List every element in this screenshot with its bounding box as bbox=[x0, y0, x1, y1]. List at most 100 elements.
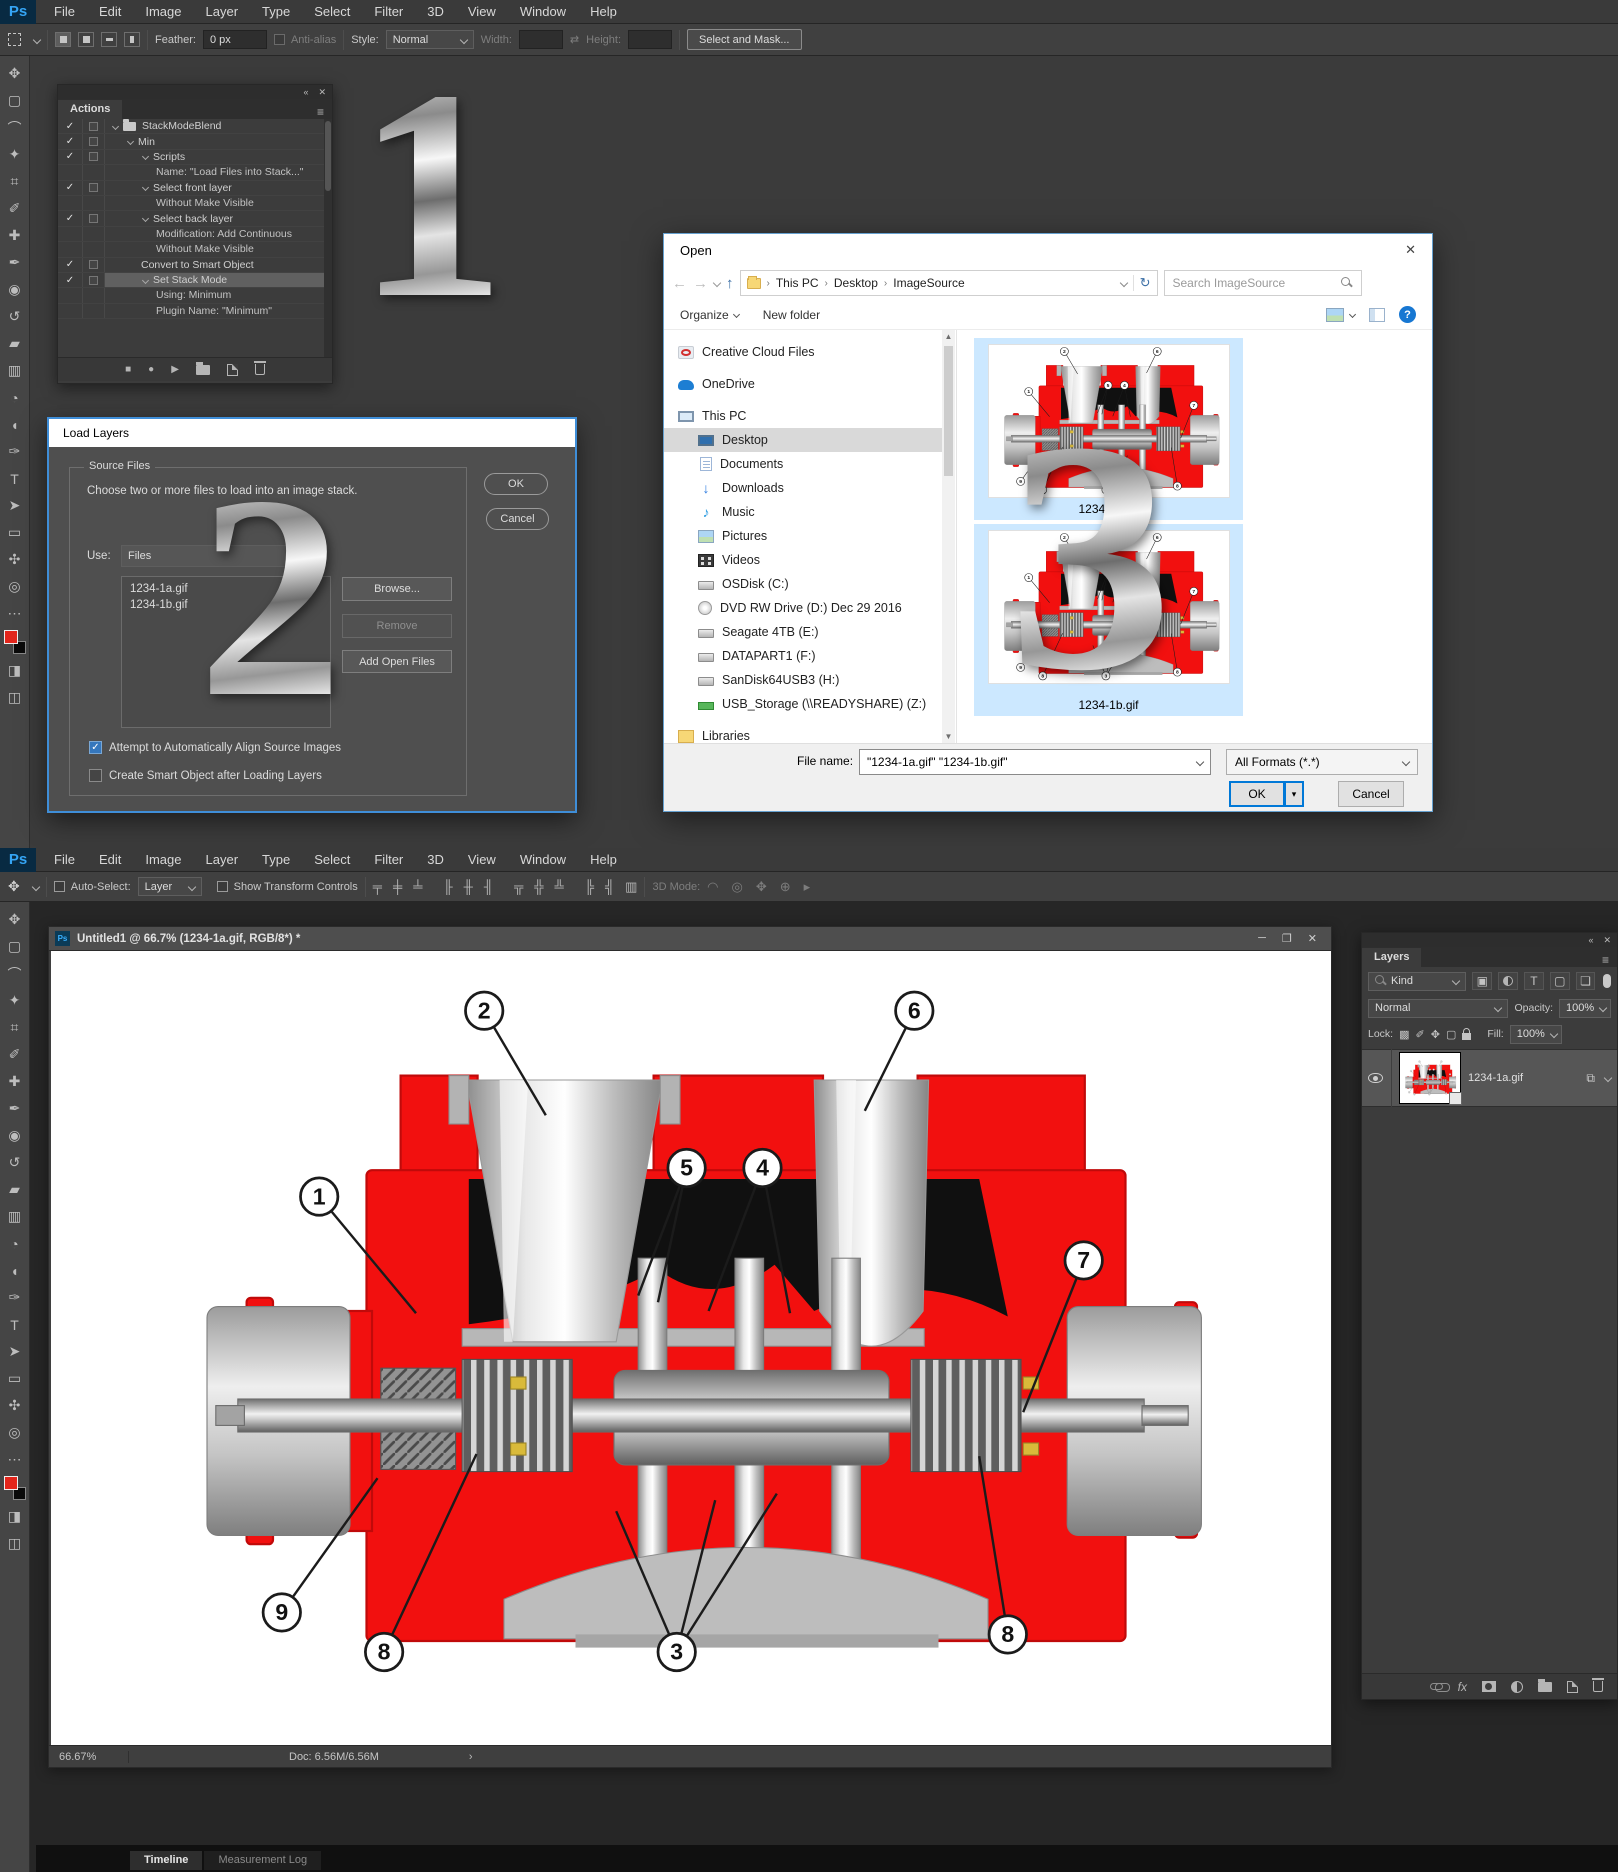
action-row[interactable]: Without Make Visible bbox=[58, 195, 332, 212]
move-tool-icon[interactable]: ✥ bbox=[8, 878, 20, 895]
remove-button[interactable]: Remove bbox=[342, 614, 452, 638]
opacity-select[interactable]: 100% bbox=[1559, 998, 1611, 1018]
pen-tool-icon[interactable]: ✑ bbox=[0, 1284, 30, 1311]
action-check-icon[interactable]: ✓ bbox=[58, 180, 83, 195]
action-row[interactable]: ✓ Scripts bbox=[58, 149, 332, 166]
breadcrumb[interactable]: › This PC › Desktop › ImageSource ↻ bbox=[739, 270, 1158, 296]
pen-tool-icon[interactable]: ✑ bbox=[0, 438, 30, 465]
expand-chevron-icon[interactable] bbox=[141, 214, 150, 223]
filter-adjustment-layers-icon[interactable] bbox=[1498, 972, 1519, 990]
fill-select[interactable]: 100% bbox=[1509, 1024, 1562, 1044]
new-group-icon[interactable] bbox=[1538, 1678, 1552, 1692]
source-file-item[interactable]: 1234-1b.gif bbox=[130, 597, 322, 613]
action-row[interactable]: ✓ Min bbox=[58, 134, 332, 150]
action-row[interactable]: ✓ Select back layer bbox=[58, 211, 332, 227]
file-name-input[interactable]: "1234-1a.gif" "1234-1b.gif" bbox=[859, 749, 1211, 775]
panel-menu-icon[interactable]: ≡ bbox=[309, 105, 332, 119]
close-icon[interactable]: ✕ bbox=[1405, 242, 1416, 258]
format-select[interactable]: All Formats (*.*) bbox=[1226, 749, 1418, 775]
views-chevron-icon[interactable] bbox=[1348, 310, 1357, 319]
status-chevron-icon[interactable]: › bbox=[379, 1751, 473, 1763]
delete-action-icon[interactable] bbox=[253, 361, 266, 375]
source-file-list[interactable]: 1234-1a.gif 1234-1b.gif bbox=[121, 576, 331, 728]
menu-help[interactable]: Help bbox=[578, 848, 629, 872]
move-tool-icon[interactable]: ✥ bbox=[0, 60, 30, 87]
menu-filter[interactable]: Filter bbox=[362, 848, 415, 872]
clone-stamp-tool-icon[interactable]: ◉ bbox=[0, 276, 30, 303]
tab-measurement-log[interactable]: Measurement Log bbox=[204, 1851, 322, 1870]
close-panel-icon[interactable]: ✕ bbox=[318, 87, 326, 98]
maximize-icon[interactable]: ❐ bbox=[1282, 932, 1292, 945]
intersect-selection-icon[interactable] bbox=[124, 32, 140, 47]
quick-select-tool-icon[interactable]: ✦ bbox=[0, 987, 30, 1014]
filter-shape-layers-icon[interactable]: ▢ bbox=[1549, 972, 1570, 990]
menu-view[interactable]: View bbox=[456, 848, 508, 872]
action-modal-toggle[interactable] bbox=[83, 180, 105, 195]
panel-menu-icon[interactable]: ≡ bbox=[1594, 953, 1617, 967]
menu-window[interactable]: Window bbox=[508, 848, 578, 872]
menu-file[interactable]: File bbox=[42, 0, 87, 24]
sidebar-scrollbar[interactable]: ▲ ▼ bbox=[942, 330, 955, 743]
expand-chevron-icon[interactable] bbox=[141, 153, 150, 161]
use-select[interactable]: Files bbox=[121, 545, 303, 567]
smart-object-checkbox[interactable]: Create Smart Object after Loading Layers bbox=[89, 769, 322, 782]
zoom-tool-icon[interactable]: ◎ bbox=[0, 573, 30, 600]
action-modal-toggle[interactable] bbox=[83, 211, 105, 226]
hand-tool-icon[interactable]: ✣ bbox=[0, 1392, 30, 1419]
quick-mask-tool-icon[interactable]: ◨ bbox=[0, 657, 30, 684]
marquee-tool-icon[interactable] bbox=[8, 33, 21, 46]
action-row[interactable]: Without Make Visible bbox=[58, 242, 332, 258]
healing-brush-tool-icon[interactable]: ✚ bbox=[0, 1068, 30, 1095]
open-dialog-titlebar[interactable]: Open ✕ bbox=[664, 234, 1432, 266]
tab-layers[interactable]: Layers bbox=[1362, 948, 1422, 967]
eraser-tool-icon[interactable]: ▰ bbox=[0, 1176, 30, 1203]
menu-image[interactable]: Image bbox=[133, 0, 193, 24]
tab-actions[interactable]: Actions bbox=[58, 100, 123, 119]
minimize-icon[interactable]: ─ bbox=[1258, 932, 1266, 945]
layer-thumbnail[interactable] bbox=[1399, 1052, 1462, 1105]
action-row[interactable]: ✓ Select front layer bbox=[58, 180, 332, 196]
add-open-files-button[interactable]: Add Open Files bbox=[342, 650, 452, 673]
align-icon-9[interactable]: ╠ bbox=[585, 879, 594, 895]
action-modal-toggle[interactable] bbox=[83, 134, 105, 149]
history-brush-tool-icon[interactable]: ↺ bbox=[0, 303, 30, 330]
actions-scrollbar[interactable] bbox=[324, 119, 332, 357]
align-icon-2[interactable]: ╧ bbox=[413, 879, 422, 895]
align-icon-1[interactable]: ╪ bbox=[393, 879, 402, 895]
sidebar-item-datapart1-f-[interactable]: DATAPART1 (F:) bbox=[664, 644, 942, 668]
blend-mode-select[interactable]: Normal bbox=[1368, 998, 1509, 1018]
layer-name[interactable]: 1234-1a.gif bbox=[1468, 1072, 1523, 1084]
color-swatches[interactable] bbox=[3, 630, 27, 654]
action-modal-toggle[interactable] bbox=[83, 257, 105, 272]
close-icon[interactable]: ✕ bbox=[1308, 932, 1317, 945]
file-thumbnail-1[interactable]: 1234-1a.gif bbox=[974, 338, 1243, 520]
shape-tool-icon[interactable]: ▭ bbox=[0, 519, 30, 546]
action-check-empty[interactable] bbox=[58, 226, 83, 242]
new-set-icon[interactable] bbox=[195, 361, 210, 375]
expand-chevron-icon[interactable] bbox=[126, 138, 135, 146]
history-chevron-icon[interactable] bbox=[712, 278, 722, 288]
new-folder-button[interactable]: New folder bbox=[763, 308, 820, 322]
new-layer-icon[interactable] bbox=[1567, 1680, 1578, 1693]
lasso-tool-icon[interactable]: ⌒ bbox=[0, 960, 30, 987]
marquee-tool-icon[interactable]: ▢ bbox=[0, 933, 30, 960]
type-tool-icon[interactable]: T bbox=[0, 1311, 30, 1338]
canvas[interactable] bbox=[51, 951, 1331, 1747]
width-input[interactable] bbox=[518, 30, 563, 49]
sidebar-item-dvd-rw-drive-d-dec-29-2016[interactable]: DVD RW Drive (D:) Dec 29 2016 bbox=[664, 596, 942, 620]
action-check-icon[interactable]: ✓ bbox=[58, 272, 83, 288]
3d-mode-icon-0[interactable]: ◠ bbox=[707, 879, 718, 895]
action-modal-toggle[interactable] bbox=[83, 149, 105, 165]
action-check-empty[interactable] bbox=[58, 303, 83, 319]
action-row[interactable]: Plugin Name: "Minimum" bbox=[58, 303, 332, 320]
action-modal-toggle[interactable] bbox=[83, 119, 105, 134]
align-icon-5[interactable]: ╢ bbox=[484, 879, 493, 895]
ok-button[interactable]: OK bbox=[484, 473, 548, 495]
path-select-tool-icon[interactable]: ➤ bbox=[0, 492, 30, 519]
preview-pane-icon[interactable] bbox=[1369, 307, 1385, 322]
action-check-empty[interactable] bbox=[58, 195, 83, 211]
layer-style-fx-icon[interactable]: fx bbox=[1458, 1680, 1467, 1694]
expand-chevron-icon[interactable] bbox=[141, 276, 150, 284]
collapse-panel-icon[interactable]: « bbox=[1588, 935, 1593, 945]
eraser-tool-icon[interactable]: ▰ bbox=[0, 330, 30, 357]
